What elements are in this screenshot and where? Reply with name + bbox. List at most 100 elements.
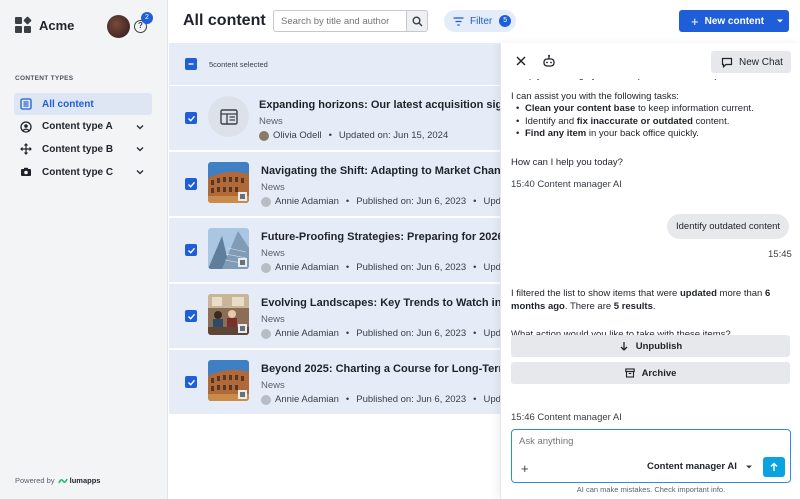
filter-label: Filter [470, 15, 493, 27]
message-timestamp: 15:45 [768, 249, 792, 260]
row-author: Annie Adamian [275, 262, 339, 273]
sidebar-item-label: All content [42, 98, 94, 110]
list-icon [20, 98, 32, 110]
selection-count-text: 5content selected [209, 59, 268, 69]
row-date: Published on: Jun 6, 2023 [356, 196, 467, 207]
check-icon [187, 181, 195, 188]
app-name: Acme [39, 18, 75, 33]
user-avatar[interactable] [107, 15, 130, 38]
row-date: Published on: Jun 6, 2023 [356, 262, 467, 273]
colosseum-thumbnail [208, 360, 249, 401]
row-title[interactable]: Beyond 2025: Charting a Course for Long-… [261, 363, 508, 375]
search-input[interactable] [273, 10, 407, 32]
lumapps-logo-icon [57, 478, 68, 483]
chat-message-text: I filtered the list to show items that w… [511, 288, 771, 312]
search-button[interactable] [406, 10, 428, 32]
row-meta: Olivia Odell • Updated on: Jun 15, 2024 [259, 130, 448, 141]
move-arrows-icon [20, 143, 32, 156]
caret-down-icon [777, 19, 784, 23]
arrow-down-icon [620, 342, 628, 351]
author-avatar [261, 394, 271, 405]
send-button[interactable] [763, 457, 785, 477]
row-author: Annie Adamian [275, 394, 339, 405]
sidebar-item-label: Content type B [42, 143, 114, 155]
row-meta: Annie Adamian • Published on: Jun 6, 202… [261, 328, 506, 339]
page-title: All content [183, 12, 266, 29]
ai-disclaimer: AI can make mistakes. Check important in… [576, 485, 726, 494]
author-avatar [261, 196, 271, 207]
row-checkbox[interactable] [185, 310, 197, 322]
message-timestamp: 15:40 Content manager AI [511, 179, 622, 190]
new-content-label: New content [704, 15, 765, 27]
chat-messages: I help you manage your workspace content… [511, 70, 793, 423]
colosseum-thumbnail [208, 162, 249, 203]
sidebar-item-all-content[interactable]: All content [14, 93, 152, 115]
plus-icon: + [691, 13, 699, 29]
new-content-button[interactable]: + New content [679, 10, 789, 32]
message-timestamp: 15:46 Content manager AI [511, 412, 622, 423]
filter-button[interactable]: Filter 5 [444, 10, 516, 32]
sidebar-item-label: Content type C [42, 166, 114, 178]
new-chat-button[interactable]: New Chat [711, 51, 791, 73]
archive-icon [624, 368, 635, 378]
row-title[interactable]: Navigating the Shift: Adapting to Market… [261, 165, 514, 177]
chat-message-text: How can I help you today? [511, 156, 623, 168]
select-all-checkbox[interactable] [185, 58, 197, 70]
row-author: Annie Adamian [275, 196, 339, 207]
author-avatar [261, 328, 271, 339]
row-type: News [259, 116, 283, 127]
sidebar-item-label: Content type A [42, 121, 113, 133]
close-icon[interactable] [515, 55, 527, 67]
archive-button[interactable]: Archive [511, 362, 790, 384]
row-checkbox[interactable] [185, 112, 197, 124]
agent-select[interactable]: Content manager AI [647, 461, 753, 472]
chat-composer: + Content manager AI [511, 429, 791, 483]
main-header: All content Filter 5 + New content [169, 0, 800, 43]
brand[interactable]: Acme [15, 16, 75, 34]
minus-icon [188, 63, 194, 65]
chevron-down-icon[interactable] [135, 122, 145, 132]
notification-badge: 2 [141, 12, 153, 24]
chevron-down-icon[interactable] [135, 144, 145, 154]
list-item: Clean your content base to keep informat… [511, 103, 793, 116]
row-checkbox[interactable] [185, 244, 197, 256]
sidebar-nav: All content Content type A Content type … [14, 93, 152, 184]
list-item: Identify and fix inaccurate or outdated … [511, 116, 793, 129]
row-title[interactable]: Evolving Landscapes: Key Trends to Watch… [261, 297, 519, 309]
chat-input[interactable] [519, 436, 779, 447]
check-icon [187, 247, 195, 254]
chat-header: New Chat [501, 43, 800, 79]
row-meta: Annie Adamian • Published on: Jun 6, 202… [261, 262, 506, 273]
list-item: Find any item in your back office quickl… [511, 128, 793, 141]
caret-down-icon [745, 465, 752, 468]
author-avatar [261, 262, 271, 273]
robot-icon[interactable] [542, 54, 556, 68]
add-attachment-icon[interactable]: + [521, 461, 529, 476]
app-logo-icon [15, 16, 32, 34]
sidebar-item-content-type-a[interactable]: Content type A [14, 116, 152, 138]
sidebar: Acme ? 2 CONTENT TYPES All content Conte… [0, 0, 168, 499]
sidebar-item-content-type-b[interactable]: Content type B [14, 138, 152, 160]
row-checkbox[interactable] [185, 376, 197, 388]
row-type: News [261, 182, 285, 193]
row-type: News [261, 380, 285, 391]
check-icon [187, 115, 195, 122]
chat-bubble-icon [721, 57, 733, 68]
unpublish-button[interactable]: Unpublish [511, 335, 790, 357]
user-circle-icon [20, 121, 32, 133]
row-title[interactable]: Future-Proofing Strategies: Preparing fo… [261, 231, 504, 243]
row-title[interactable]: Expanding horizons: Our latest acquisiti… [259, 99, 515, 111]
chat-message-text: I can assist you with the following task… [511, 90, 679, 102]
meeting-thumbnail [208, 294, 249, 335]
filter-icon [453, 16, 464, 26]
sidebar-item-content-type-c[interactable]: Content type C [14, 161, 152, 183]
row-date: Published on: Jun 6, 2023 [356, 328, 467, 339]
chevron-down-icon[interactable] [135, 167, 145, 177]
ai-chat-panel: I help you manage your workspace content… [500, 43, 800, 499]
check-icon [187, 379, 195, 386]
camera-icon [20, 166, 32, 178]
skyscraper-thumbnail [208, 228, 249, 269]
row-checkbox[interactable] [185, 178, 197, 190]
check-icon [187, 313, 195, 320]
author-avatar [259, 130, 269, 141]
